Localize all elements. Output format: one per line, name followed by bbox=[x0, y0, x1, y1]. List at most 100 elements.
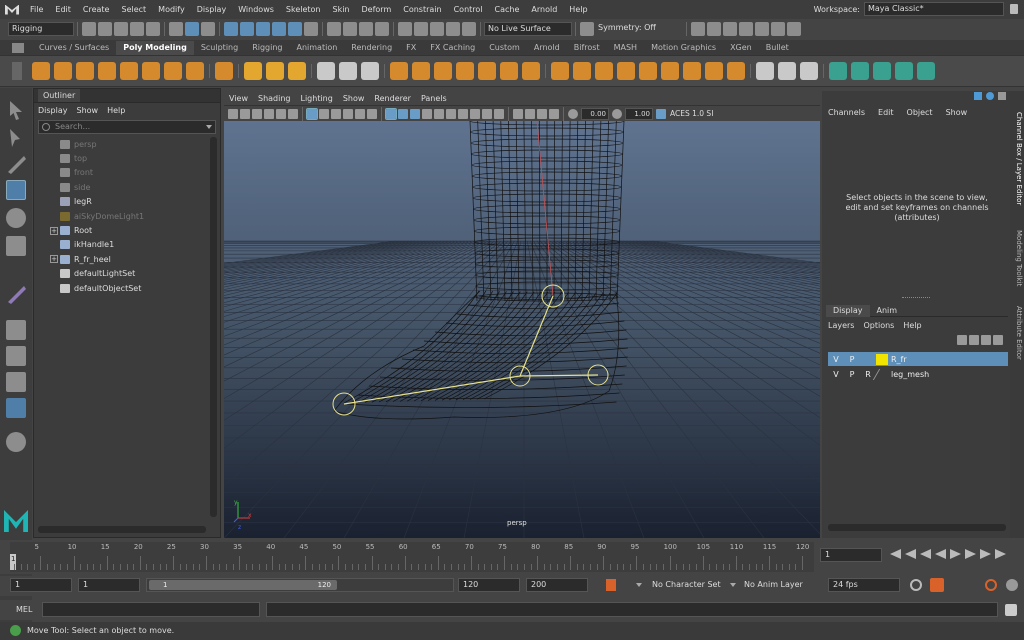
x-ray-joints-icon[interactable] bbox=[549, 108, 559, 119]
shelf-tab-xgen[interactable]: XGen bbox=[723, 41, 759, 55]
playback-speed-icon[interactable] bbox=[985, 579, 997, 591]
current-frame-field[interactable]: 1 bbox=[820, 548, 882, 562]
outliner-menu-display[interactable]: Display bbox=[38, 106, 68, 115]
outliner-tab[interactable]: Outliner bbox=[38, 89, 81, 102]
camera-attributes-icon[interactable] bbox=[240, 108, 250, 119]
exposure-field[interactable]: 0.00 bbox=[581, 107, 609, 120]
construction-history-icon[interactable] bbox=[375, 22, 389, 36]
shelf-tab-bullet[interactable]: Bullet bbox=[759, 41, 796, 55]
planar-uv-icon[interactable] bbox=[829, 62, 847, 80]
anti-aliasing-icon[interactable] bbox=[482, 108, 492, 119]
outliner-row[interactable]: + R_fr_heel bbox=[34, 252, 220, 266]
layer-editor-toggle-icon[interactable] bbox=[986, 92, 994, 100]
poly-cone-icon[interactable] bbox=[98, 62, 116, 80]
animation-start-field[interactable]: 1 bbox=[10, 578, 72, 592]
mirror-icon[interactable] bbox=[478, 62, 496, 80]
shelf-tab-mash[interactable]: MASH bbox=[607, 41, 644, 55]
outliner-row[interactable]: aiSkyDomeLight1 bbox=[34, 209, 220, 223]
bookmark-icon[interactable] bbox=[252, 108, 262, 119]
hypershade-icon[interactable] bbox=[462, 22, 476, 36]
shelf-tab-arnold[interactable]: Arnold bbox=[527, 41, 567, 55]
view-transform-label[interactable]: ACES 1.0 SI bbox=[670, 109, 713, 118]
grid-icon[interactable] bbox=[306, 107, 318, 120]
render-frame-icon[interactable] bbox=[414, 22, 428, 36]
expand-icon[interactable]: + bbox=[50, 226, 58, 235]
menu-arnold[interactable]: Arnold bbox=[525, 5, 563, 14]
layer-tab-anim[interactable]: Anim bbox=[870, 305, 905, 317]
snap-view-plane-icon[interactable] bbox=[272, 22, 286, 36]
automatic-uv-icon[interactable] bbox=[851, 62, 869, 80]
grease-pencil-icon[interactable] bbox=[288, 108, 298, 119]
outliner-row[interactable]: top bbox=[34, 151, 220, 165]
shelf-tab-custom[interactable]: Custom bbox=[482, 41, 527, 55]
sound-icon[interactable] bbox=[930, 578, 944, 592]
exposure-icon[interactable] bbox=[568, 108, 578, 119]
2d-pan-zoom-icon[interactable] bbox=[276, 108, 286, 119]
shelf-tab-curves-surfaces[interactable]: Curves / Surfaces bbox=[32, 41, 116, 55]
channel-box-menu-channels[interactable]: Channels bbox=[828, 108, 865, 117]
super-shape-icon[interactable] bbox=[215, 62, 233, 80]
film-gate-icon[interactable] bbox=[319, 108, 329, 119]
go-to-start-icon[interactable] bbox=[890, 549, 901, 559]
outliner-row[interactable]: front bbox=[34, 166, 220, 180]
snap-curve-icon[interactable] bbox=[240, 22, 254, 36]
step-back-key-icon[interactable] bbox=[905, 549, 916, 559]
render-view-icon[interactable] bbox=[398, 22, 412, 36]
textured-icon[interactable] bbox=[422, 108, 432, 119]
menu-help[interactable]: Help bbox=[563, 5, 593, 14]
viewport-menu-view[interactable]: View bbox=[229, 94, 248, 103]
shelf-tab-bifrost[interactable]: Bifrost bbox=[567, 41, 607, 55]
wireframe-icon[interactable] bbox=[385, 107, 397, 120]
layer-row[interactable]: V P R_fr bbox=[828, 352, 1008, 366]
panel-options-icon[interactable] bbox=[998, 92, 1006, 100]
expand-icon[interactable]: + bbox=[50, 255, 58, 264]
outliner-row[interactable]: defaultLightSet bbox=[34, 267, 220, 281]
make-live-icon[interactable] bbox=[288, 22, 302, 36]
isolate-select-icon[interactable] bbox=[513, 108, 523, 119]
save-scene-icon[interactable] bbox=[114, 22, 128, 36]
boolean-icon[interactable] bbox=[456, 62, 474, 80]
move-layer-down-icon[interactable] bbox=[969, 335, 979, 345]
fill-hole-icon[interactable] bbox=[639, 62, 657, 80]
target-weld-icon[interactable] bbox=[778, 62, 796, 80]
connect-icon[interactable] bbox=[800, 62, 818, 80]
outliner-search-input[interactable]: Search... bbox=[38, 120, 216, 134]
svg-icon[interactable] bbox=[288, 62, 306, 80]
toggle-panel-icon[interactable] bbox=[707, 22, 721, 36]
menu-edit[interactable]: Edit bbox=[49, 5, 77, 14]
outliner-row[interactable]: ikHandle1 bbox=[34, 238, 220, 252]
move-tool-icon[interactable] bbox=[6, 180, 26, 200]
viewport-menu-renderer[interactable]: Renderer bbox=[374, 94, 411, 103]
sweep-mesh-icon[interactable] bbox=[244, 62, 262, 80]
scale-tool-icon[interactable] bbox=[6, 236, 26, 256]
image-plane-icon[interactable] bbox=[264, 108, 274, 119]
range-slider-track[interactable]: 1 120 bbox=[146, 578, 454, 592]
safe-action-icon[interactable] bbox=[367, 108, 377, 119]
gate-mask-icon[interactable] bbox=[343, 108, 353, 119]
script-editor-icon[interactable] bbox=[1005, 604, 1017, 616]
separate-icon[interactable] bbox=[412, 62, 430, 80]
wireframe-on-shaded-icon[interactable] bbox=[410, 108, 420, 119]
lasso-tool-icon[interactable] bbox=[10, 129, 20, 147]
step-back-frame-icon[interactable] bbox=[920, 549, 931, 559]
step-forward-key-icon[interactable] bbox=[980, 549, 991, 559]
outliner-menu-show[interactable]: Show bbox=[77, 106, 99, 115]
outliner-row[interactable]: legR bbox=[34, 195, 220, 209]
shelf-menu-icon[interactable] bbox=[12, 42, 24, 53]
menu-control[interactable]: Control bbox=[448, 5, 489, 14]
poly-plane-icon[interactable] bbox=[142, 62, 160, 80]
wedge-icon[interactable] bbox=[661, 62, 679, 80]
shelf-tab-fx[interactable]: FX bbox=[399, 41, 423, 55]
menuset-dropdown[interactable]: Rigging bbox=[8, 22, 74, 36]
channel-box-icon[interactable] bbox=[787, 22, 801, 36]
modeling-toolkit-icon[interactable] bbox=[723, 22, 737, 36]
character-controls-icon[interactable] bbox=[739, 22, 753, 36]
snap-settings-icon[interactable] bbox=[304, 22, 318, 36]
x-ray-active-components-icon[interactable] bbox=[537, 108, 547, 119]
lock-icon[interactable] bbox=[1010, 4, 1018, 14]
poke-icon[interactable] bbox=[683, 62, 701, 80]
open-scene-icon[interactable] bbox=[98, 22, 112, 36]
time-slider-track[interactable]: 1 5 10 15 20 25 30 35 40 45 50 55 60 65 70 75 80 85 90 95 1… bbox=[10, 542, 814, 572]
viewport-menu-shading[interactable]: Shading bbox=[258, 94, 291, 103]
go-to-end-icon[interactable] bbox=[995, 549, 1006, 559]
